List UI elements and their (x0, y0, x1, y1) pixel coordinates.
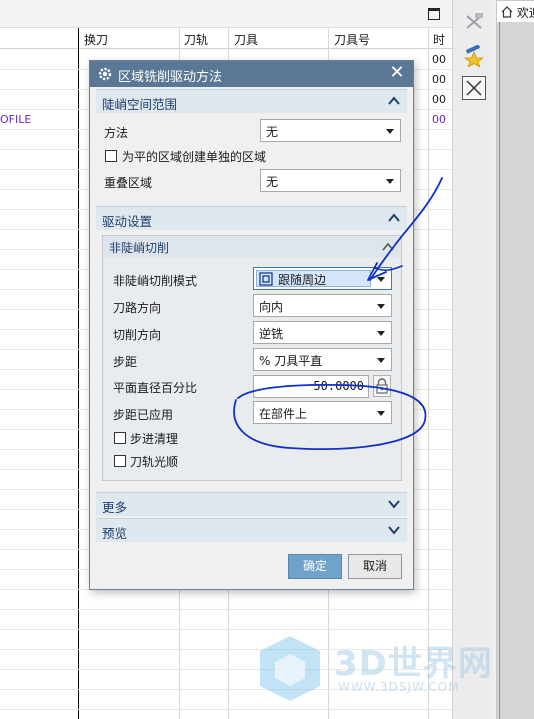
non-steep-mode-value: 跟随周边 (278, 273, 327, 287)
group-title: 陡峭空间范围 (102, 97, 178, 112)
chevron-up-icon (382, 242, 394, 251)
stepover-value: % 刀具平直 (259, 354, 323, 368)
subgroup-title: 非陡峭切削 (109, 241, 170, 255)
welcome-tab-label: 欢迎 (516, 6, 534, 20)
dropdown-arrow-icon (377, 304, 385, 309)
flat-diameter-percent-input[interactable]: 50.0000 (253, 375, 369, 398)
table-row[interactable] (0, 609, 452, 610)
separate-flat-region-checkbox[interactable] (105, 150, 117, 162)
dropdown-arrow-icon (386, 179, 394, 184)
dropdown-arrow-icon (377, 277, 385, 282)
follow-periphery-icon (259, 272, 273, 286)
home-icon (501, 6, 513, 18)
overlap-region-label: 重叠区域 (104, 176, 153, 190)
drive-settings-header[interactable]: 驱动设置 (96, 206, 407, 230)
stepover-applied-label: 步距已应用 (113, 408, 174, 422)
separate-flat-region-label: 为平的区域创建单独的区域 (122, 150, 267, 164)
operation-name-cell[interactable]: OFILE (0, 113, 31, 126)
column-header-tool-change[interactable]: 换刀 (84, 31, 108, 48)
ok-button[interactable]: 确定 (288, 554, 342, 579)
group-title: 驱动设置 (102, 214, 153, 229)
resource-bar (453, 0, 493, 719)
method-select[interactable]: 无 (260, 119, 401, 142)
overlap-region-select[interactable]: 无 (260, 169, 401, 192)
path-direction-value: 向内 (259, 300, 284, 314)
close-button[interactable]: ✕ (388, 63, 406, 83)
graphics-panel (496, 22, 534, 719)
column-divider (428, 28, 429, 719)
cut-direction-value: 逆铣 (259, 327, 284, 341)
chevron-down-icon (388, 500, 400, 509)
dialog-titlebar[interactable]: 区域铣削驱动方法 ✕ (90, 61, 413, 87)
cut-direction-select[interactable]: 逆铣 (253, 321, 392, 344)
stepover-label: 步距 (113, 355, 138, 369)
time-cell: 00 (432, 53, 446, 66)
table-header: 换刀 刀轨 刀具 刀具号 时 (0, 28, 452, 49)
welcome-tab[interactable]: 欢迎 (496, 0, 534, 22)
flat-diameter-percent-label: 平面直径百分比 (113, 381, 198, 395)
panel-border-accent (499, 22, 500, 719)
group-title: 预览 (102, 526, 128, 541)
method-label: 方法 (104, 126, 129, 140)
favorite-icon[interactable] (462, 44, 486, 68)
stepover-applied-select[interactable]: 在部件上 (253, 401, 392, 424)
column-header-tool-number[interactable]: 刀具号 (334, 31, 370, 48)
dropdown-arrow-icon (377, 358, 385, 363)
area-milling-drive-method-dialog: 区域铣削驱动方法 ✕ 陡峭空间范围 方法 无 为平的区域创建单独的区域 重叠区域… (89, 60, 414, 590)
path-smoothing-checkbox[interactable] (114, 455, 126, 467)
time-cell: 00 (432, 113, 446, 126)
method-value: 无 (266, 125, 279, 139)
dialog-title: 区域铣削驱动方法 (118, 70, 223, 85)
dropdown-arrow-icon (377, 331, 385, 336)
watermark-text: 3D世界网 (334, 644, 493, 684)
non-steep-mode-label: 非陡峭切削模式 (113, 274, 198, 288)
group-title: 更多 (102, 500, 128, 515)
column-header-path[interactable]: 刀轨 (184, 31, 208, 48)
more-options-header[interactable]: 更多 (96, 492, 407, 516)
time-cell: 00 (432, 93, 446, 106)
maximize-icon[interactable] (428, 8, 440, 20)
cut-direction-label: 切削方向 (113, 328, 162, 342)
preview-header[interactable]: 预览 (96, 518, 407, 542)
stepover-select[interactable]: % 刀具平直 (253, 348, 392, 371)
lock-icon[interactable] (373, 375, 391, 397)
stepover-applied-value: 在部件上 (259, 407, 308, 421)
stepover-cleanup-label: 步进清理 (130, 432, 179, 446)
non-steep-cutting-header[interactable]: 非陡峭切削 (103, 236, 401, 258)
column-header-tool[interactable]: 刀具 (234, 31, 258, 48)
watermark-url: WWW.3DSJW.COM (338, 680, 460, 694)
gear-icon (96, 65, 114, 83)
dropdown-arrow-icon (386, 129, 394, 134)
right-sidebar: 欢迎 (452, 0, 534, 719)
column-divider (78, 28, 79, 719)
chevron-down-icon (388, 526, 400, 535)
non-steep-cutting-subgroup: 非陡峭切削 非陡峭切削模式 跟随周边 刀路方向 向内 切削方向 逆铣 步距 % … (102, 235, 402, 481)
time-cell: 00 (432, 73, 446, 86)
column-header-time[interactable]: 时 (433, 31, 445, 48)
path-direction-select[interactable]: 向内 (253, 294, 392, 317)
dropdown-arrow-icon (377, 411, 385, 416)
path-direction-label: 刀路方向 (113, 301, 162, 315)
chevron-up-icon (388, 213, 400, 222)
path-smoothing-label: 刀轨光顺 (130, 455, 179, 469)
cancel-button[interactable]: 取消 (348, 554, 402, 579)
close-box-icon[interactable] (462, 76, 486, 100)
overlap-region-value: 无 (266, 175, 279, 189)
flat-diameter-percent-value: 50.0000 (313, 379, 364, 393)
non-steep-mode-select[interactable]: 跟随周边 (253, 267, 392, 290)
navigator-toolbar (0, 0, 452, 28)
stepover-cleanup-checkbox[interactable] (114, 432, 126, 444)
disabled-tool-icon[interactable] (462, 10, 486, 34)
steep-space-range-header[interactable]: 陡峭空间范围 (96, 89, 407, 113)
chevron-up-icon (388, 96, 400, 105)
